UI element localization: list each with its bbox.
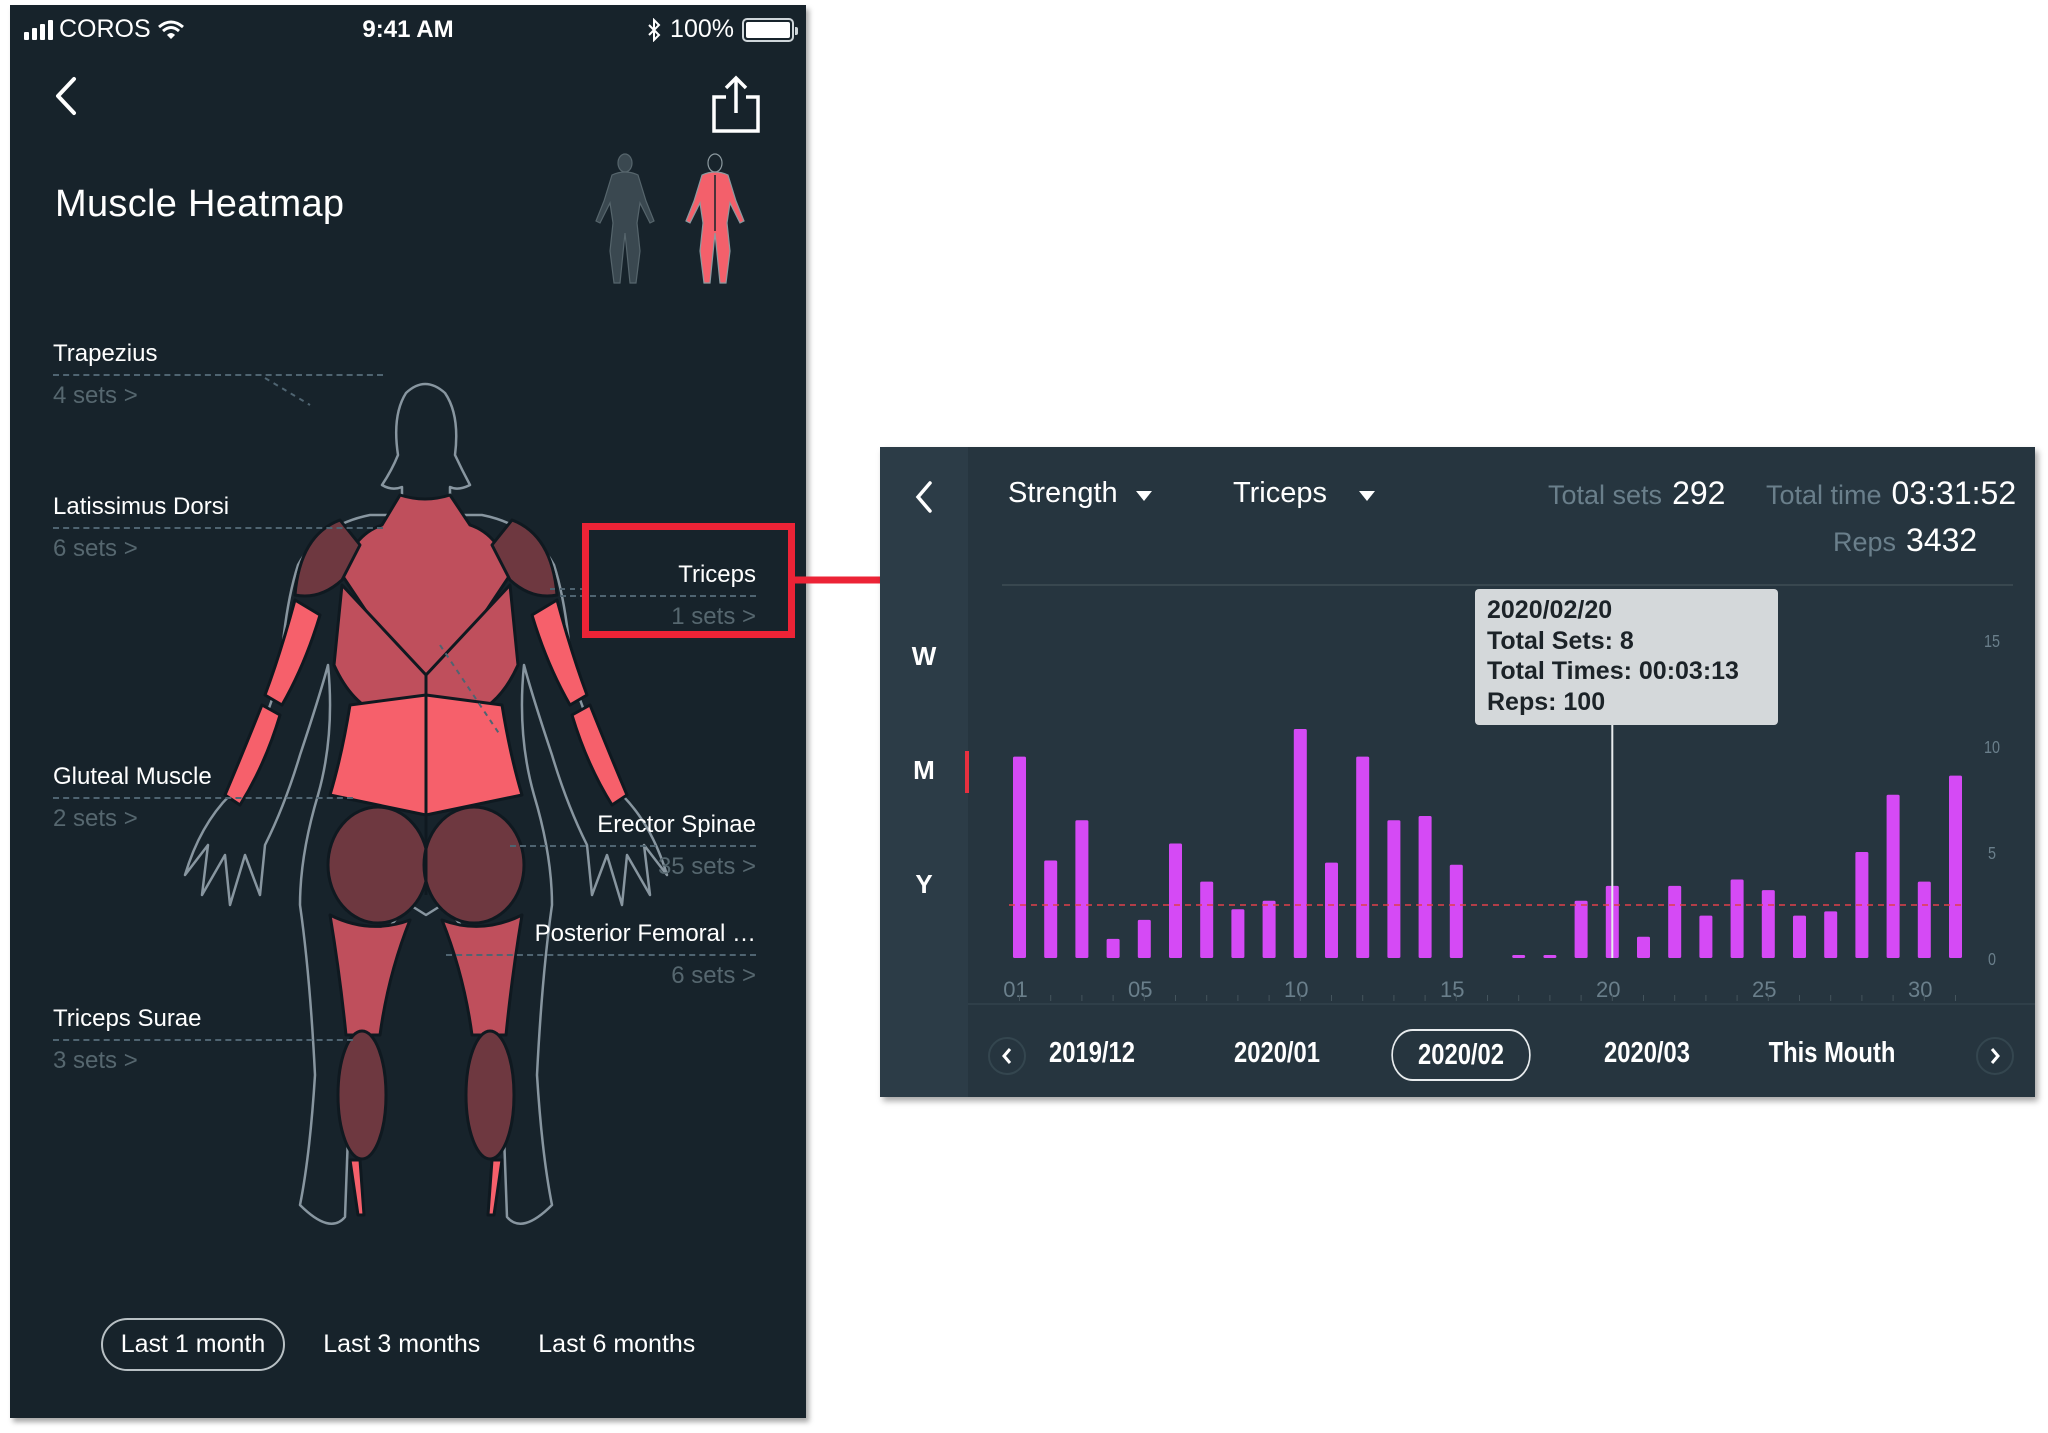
month-this-month[interactable]: This Mouth (1762, 1029, 1901, 1081)
sets-link[interactable]: 3 sets > (53, 1047, 353, 1075)
bar-day-25[interactable] (1761, 890, 1775, 958)
bar-day-10[interactable] (1293, 729, 1307, 958)
y-tick-label: 10 (1984, 738, 2000, 758)
back-button[interactable] (46, 71, 90, 121)
bar-day-21[interactable] (1637, 936, 1650, 958)
bar-day-4[interactable] (1106, 938, 1120, 958)
prev-month-button[interactable] (988, 1037, 1026, 1075)
range-last-6-months[interactable]: Last 6 months (518, 1318, 715, 1371)
back-view-toggle[interactable] (680, 153, 750, 288)
muscle-label-erector-spinae[interactable]: Erector Spinae 35 sets > (510, 811, 756, 881)
leader-line (53, 797, 353, 799)
leader-line (53, 527, 383, 529)
bar-day-26[interactable] (1793, 915, 1806, 958)
front-view-toggle[interactable] (590, 153, 660, 288)
head-outline (380, 382, 472, 505)
share-button[interactable] (706, 75, 766, 135)
bar-day-3[interactable] (1075, 820, 1089, 958)
bar-day-22[interactable] (1668, 885, 1682, 958)
chevron-left-icon (1002, 1048, 1012, 1064)
daily-sets-bar-chart: 01 05 10 15 20 25 30051015 (1003, 632, 2000, 1002)
leader-line (53, 1039, 353, 1041)
share-icon (712, 75, 760, 133)
x-tick-label: 25 (1752, 977, 1776, 1002)
bar-day-27[interactable] (1824, 911, 1838, 958)
next-month-button[interactable] (1976, 1037, 2014, 1075)
bar-day-17[interactable] (1512, 955, 1526, 958)
sets-link[interactable]: 6 sets > (53, 535, 383, 563)
x-tick-label: 30 (1908, 977, 1932, 1002)
tooltip-date: 2020/02/20 (1487, 596, 1613, 624)
sets-link[interactable]: 6 sets > (446, 962, 756, 990)
x-tick-label: 15 (1440, 977, 1464, 1002)
bar-day-30[interactable] (1917, 881, 1931, 958)
month-navigator: 2019/12 2020/01 2020/02 2020/03 This Mou… (968, 1003, 2035, 1097)
triceps-detail-panel: W M Y Strength Triceps Total sets 292 To… (880, 447, 2035, 1097)
muscle-label-triceps-surae[interactable]: Triceps Surae 3 sets > (53, 1005, 353, 1075)
status-bar: COROS 9:41 AM 100% (10, 5, 806, 55)
achilles-left (348, 1158, 366, 1217)
bar-day-13[interactable] (1387, 820, 1401, 958)
back-body-icon (685, 153, 745, 284)
month-2019-12[interactable]: 2019/12 (1022, 1029, 1161, 1081)
bar-day-29[interactable] (1886, 794, 1900, 958)
bar-day-14[interactable] (1418, 815, 1432, 958)
bar-day-8[interactable] (1231, 909, 1245, 958)
y-tick-label: 15 (1984, 632, 2000, 652)
x-tick-label: 05 (1128, 977, 1152, 1002)
x-tick-label: 10 (1284, 977, 1308, 1002)
bar-day-2[interactable] (1044, 860, 1058, 958)
page-title: Muscle Heatmap (55, 183, 345, 225)
bar-day-1[interactable] (1013, 756, 1026, 958)
gluteal-right (422, 805, 526, 925)
bar-day-6[interactable] (1169, 843, 1182, 958)
y-tick-label: 5 (1988, 844, 1996, 864)
time-range-selector: Last 1 month Last 3 months Last 6 months (10, 1318, 806, 1371)
month-2020-01[interactable]: 2020/01 (1207, 1029, 1346, 1081)
range-last-1-month[interactable]: Last 1 month (100, 1318, 286, 1371)
x-tick-label: 20 (1596, 977, 1620, 1002)
bar-day-9[interactable] (1262, 900, 1276, 958)
chart-tooltip: 2020/02/20 Total Sets: 8 Total Times: 00… (1475, 589, 1778, 725)
leader-line (446, 954, 756, 956)
muscle-label-gluteal-muscle[interactable]: Gluteal Muscle 2 sets > (53, 763, 353, 833)
battery-icon (742, 17, 798, 42)
month-2020-02[interactable]: 2020/02 (1391, 1029, 1531, 1081)
bluetooth-icon (648, 17, 661, 42)
bar-day-12[interactable] (1356, 756, 1370, 958)
battery-percent: 100% (670, 15, 734, 43)
bar-day-15[interactable] (1449, 864, 1463, 958)
muscle-label-trapezius[interactable]: Trapezius 4 sets > (53, 340, 383, 410)
front-body-icon (595, 153, 655, 284)
range-last-3-months[interactable]: Last 3 months (303, 1318, 500, 1371)
month-2020-03[interactable]: 2020/03 (1577, 1029, 1716, 1081)
calf-right (464, 1029, 516, 1161)
bar-day-18[interactable] (1543, 955, 1557, 958)
chevron-right-icon (1990, 1048, 2000, 1064)
bar-day-31[interactable] (1949, 775, 1962, 958)
bar-day-7[interactable] (1200, 881, 1214, 958)
sets-link[interactable]: 2 sets > (53, 805, 353, 833)
bar-day-24[interactable] (1730, 879, 1744, 958)
leader-line (53, 374, 383, 376)
tooltip-reps: Reps: 100 (1487, 687, 1606, 716)
bar-day-11[interactable] (1325, 862, 1338, 958)
bar-day-19[interactable] (1574, 900, 1588, 958)
muscle-label-latissimus-dorsi[interactable]: Latissimus Dorsi 6 sets > (53, 493, 383, 563)
muscle-label-posterior-femoral[interactable]: Posterior Femoral … 6 sets > (446, 920, 756, 990)
sets-link[interactable]: 4 sets > (53, 382, 383, 410)
achilles-right (486, 1158, 504, 1217)
tooltip-sets: Total Sets: 8 (1487, 626, 1634, 655)
bar-day-23[interactable] (1699, 915, 1713, 958)
y-tick-label: 0 (1988, 950, 1996, 970)
muscle-heatmap-screen: COROS 9:41 AM 100% Muscle Heatmap Trapez… (10, 5, 806, 1418)
sets-link[interactable]: 35 sets > (510, 853, 756, 881)
leader-line (510, 845, 756, 847)
tooltip-times: Total Times: 00:03:13 (1487, 657, 1739, 685)
triceps-highlight-annotation (582, 523, 795, 638)
x-tick-label: 01 (1003, 977, 1027, 1002)
bar-day-5[interactable] (1137, 919, 1151, 958)
